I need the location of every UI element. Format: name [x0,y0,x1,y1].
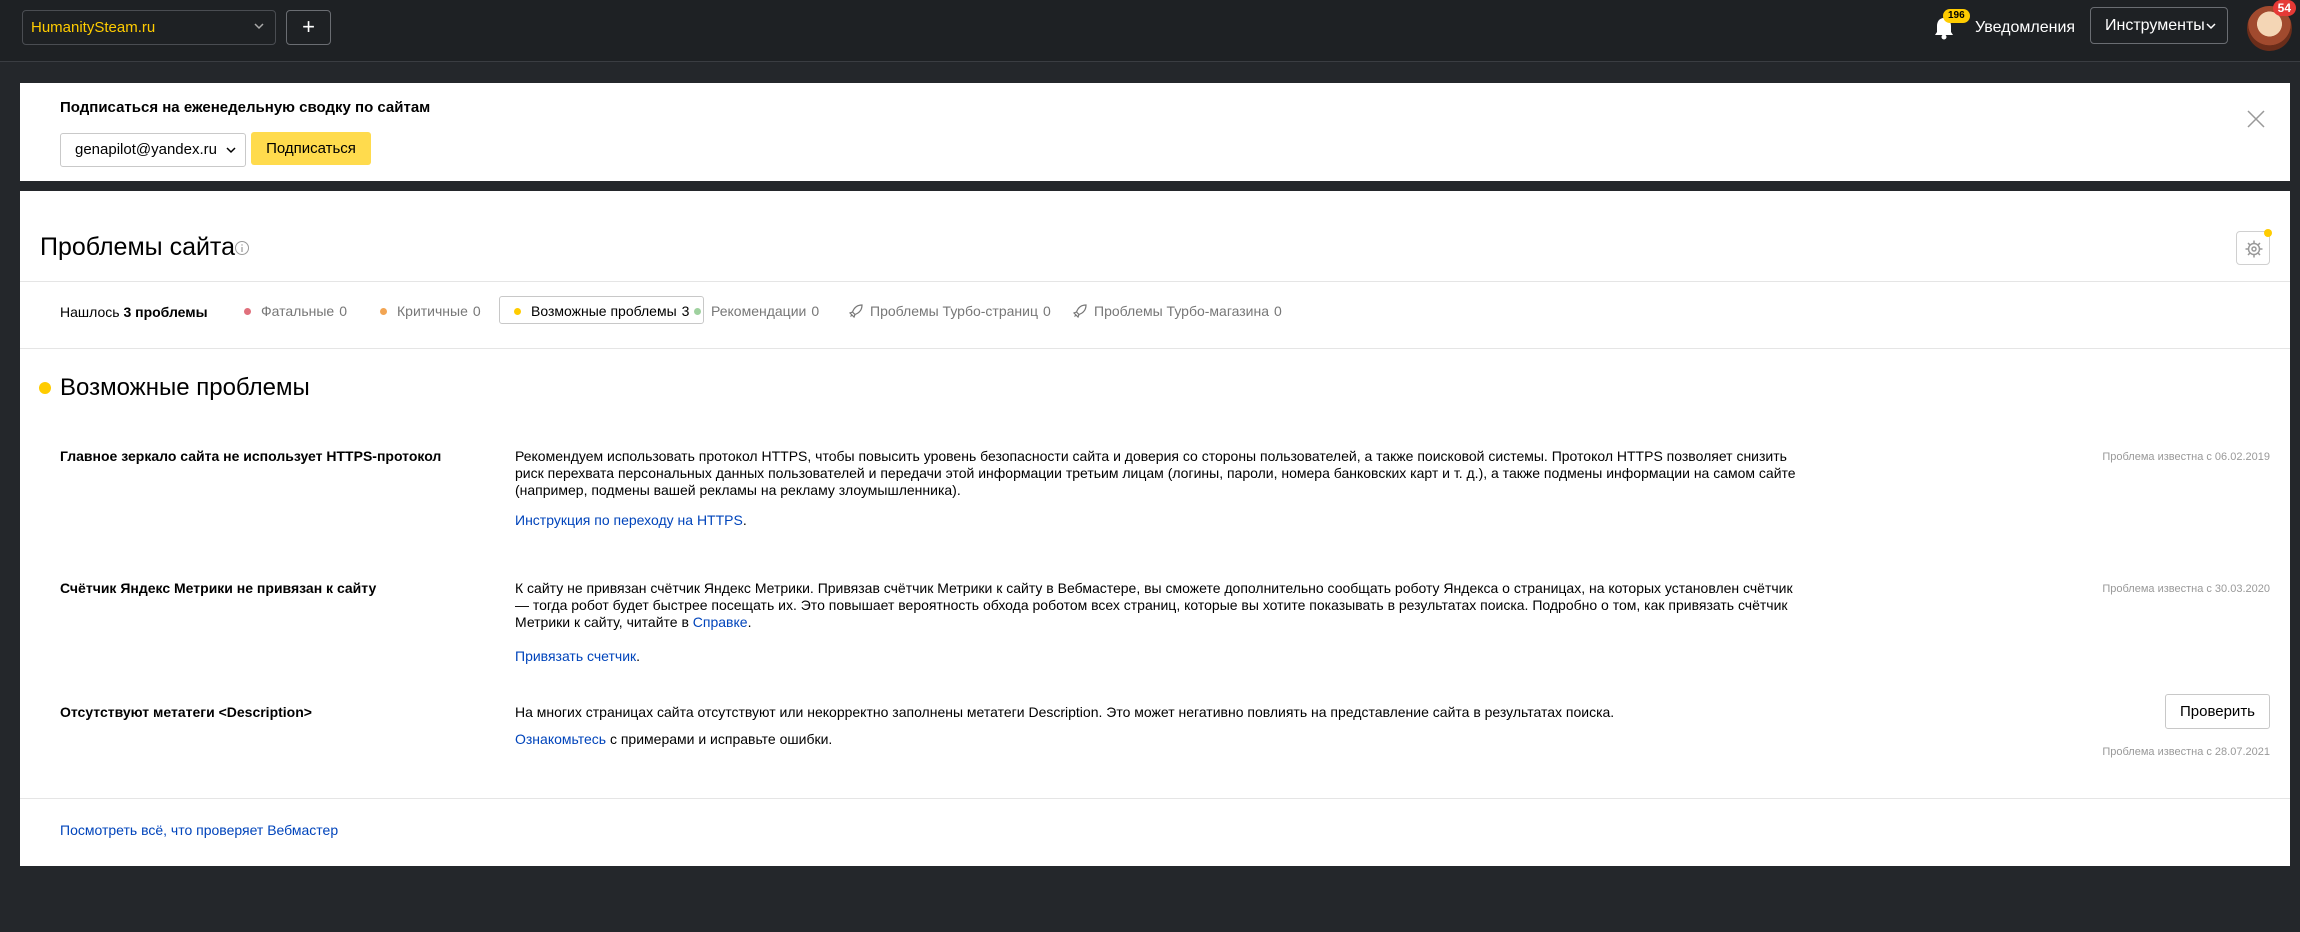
subscribe-title: Подписаться на еженедельную сводку по са… [60,99,431,116]
section-title: Возможные проблемы [60,374,310,401]
site-name: HumanitySteam.ru [31,19,156,36]
chevron-down-icon [226,147,236,154]
site-selector[interactable]: HumanitySteam.ru [22,10,276,45]
subscribe-button[interactable]: Подписаться [251,132,371,165]
help-link[interactable]: Справке [693,614,748,630]
filter-turbo-shop[interactable]: Проблемы Турбо-магазина 0 [1072,297,1282,325]
notifications-label: Уведомления [1975,19,2076,36]
section-status-dot [39,382,51,394]
problem-title: Главное зеркало сайта не использует HTTP… [60,448,442,464]
site-problems-panel: Проблемы сайта Нашлось 3 проблемы Фаталь… [20,191,2290,866]
problem-title: Счётчик Яндекс Метрики не привязан к сай… [60,580,377,596]
divider [20,798,2290,799]
https-instructions-link[interactable]: Инструкция по переходу на HTTPS [515,512,743,528]
info-icon[interactable] [234,240,250,256]
problem-description: К сайту не привязан счётчик Яндекс Метри… [515,580,1793,630]
subscribe-panel: Подписаться на еженедельную сводку по са… [20,83,2290,181]
link-counter-link[interactable]: Привязать счетчик [515,648,636,664]
problem-action: Инструкция по переходу на HTTPS. [515,512,747,528]
chevron-down-icon [2206,23,2216,30]
problem-action: Привязать счетчик. [515,648,641,664]
status-dot [514,307,521,315]
found-count: Нашлось 3 проблемы [60,304,208,320]
chevron-down-icon [254,23,264,30]
rocket-icon [1072,304,1087,319]
divider [20,348,2290,349]
check-button[interactable]: Проверить [2165,694,2270,729]
tools-menu-button[interactable]: Инструменты [2090,7,2228,44]
settings-button[interactable] [2236,229,2272,265]
filter-recommendations[interactable]: Рекомендации 0 [694,297,819,325]
email-value: genapilot@yandex.ru [75,141,217,158]
view-all-checks-link[interactable]: Посмотреть всё, что проверяет Вебмастер [60,822,338,838]
add-site-button[interactable]: + [286,10,331,45]
status-dot [244,307,251,315]
problem-description: На многих страницах сайта отсутствуют ил… [515,704,1615,720]
status-dot [380,307,387,315]
avatar-badge: 54 [2272,0,2296,16]
learn-more-link[interactable]: Ознакомьтесь [515,731,606,747]
email-select[interactable]: genapilot@yandex.ru [60,133,246,167]
user-avatar[interactable]: 54 [2247,0,2296,51]
problem-date: Проблема известна с 30.03.2020 [2102,583,2270,595]
divider [20,281,2290,282]
gear-icon [2245,240,2263,258]
problem-date: Проблема известна с 28.07.2021 [2102,746,2270,758]
status-dot [694,307,701,315]
close-icon[interactable] [2246,109,2266,129]
settings-indicator-dot [2264,229,2272,237]
filter-fatal[interactable]: Фатальные 0 [244,297,347,325]
tools-label: Инструменты [2105,17,2205,34]
top-bar: HumanitySteam.ru + 196 Уведомления Инстр… [0,0,2300,62]
problem-action: Ознакомьтесь с примерами и исправьте оши… [515,731,833,747]
problem-description: Рекомендуем использовать протокол HTTPS,… [515,448,1796,498]
filter-possible[interactable]: Возможные проблемы 3 [499,296,705,324]
page-title: Проблемы сайта [40,233,236,261]
notifications-count-badge: 196 [1943,9,1970,23]
problem-title: Отсутствуют метатеги <Description> [60,704,312,720]
problem-date: Проблема известна с 06.02.2019 [2102,451,2270,463]
filter-turbo-pages[interactable]: Проблемы Турбо-страниц 0 [848,297,1051,325]
filter-critical[interactable]: Критичные 0 [380,297,481,325]
rocket-icon [848,304,863,319]
